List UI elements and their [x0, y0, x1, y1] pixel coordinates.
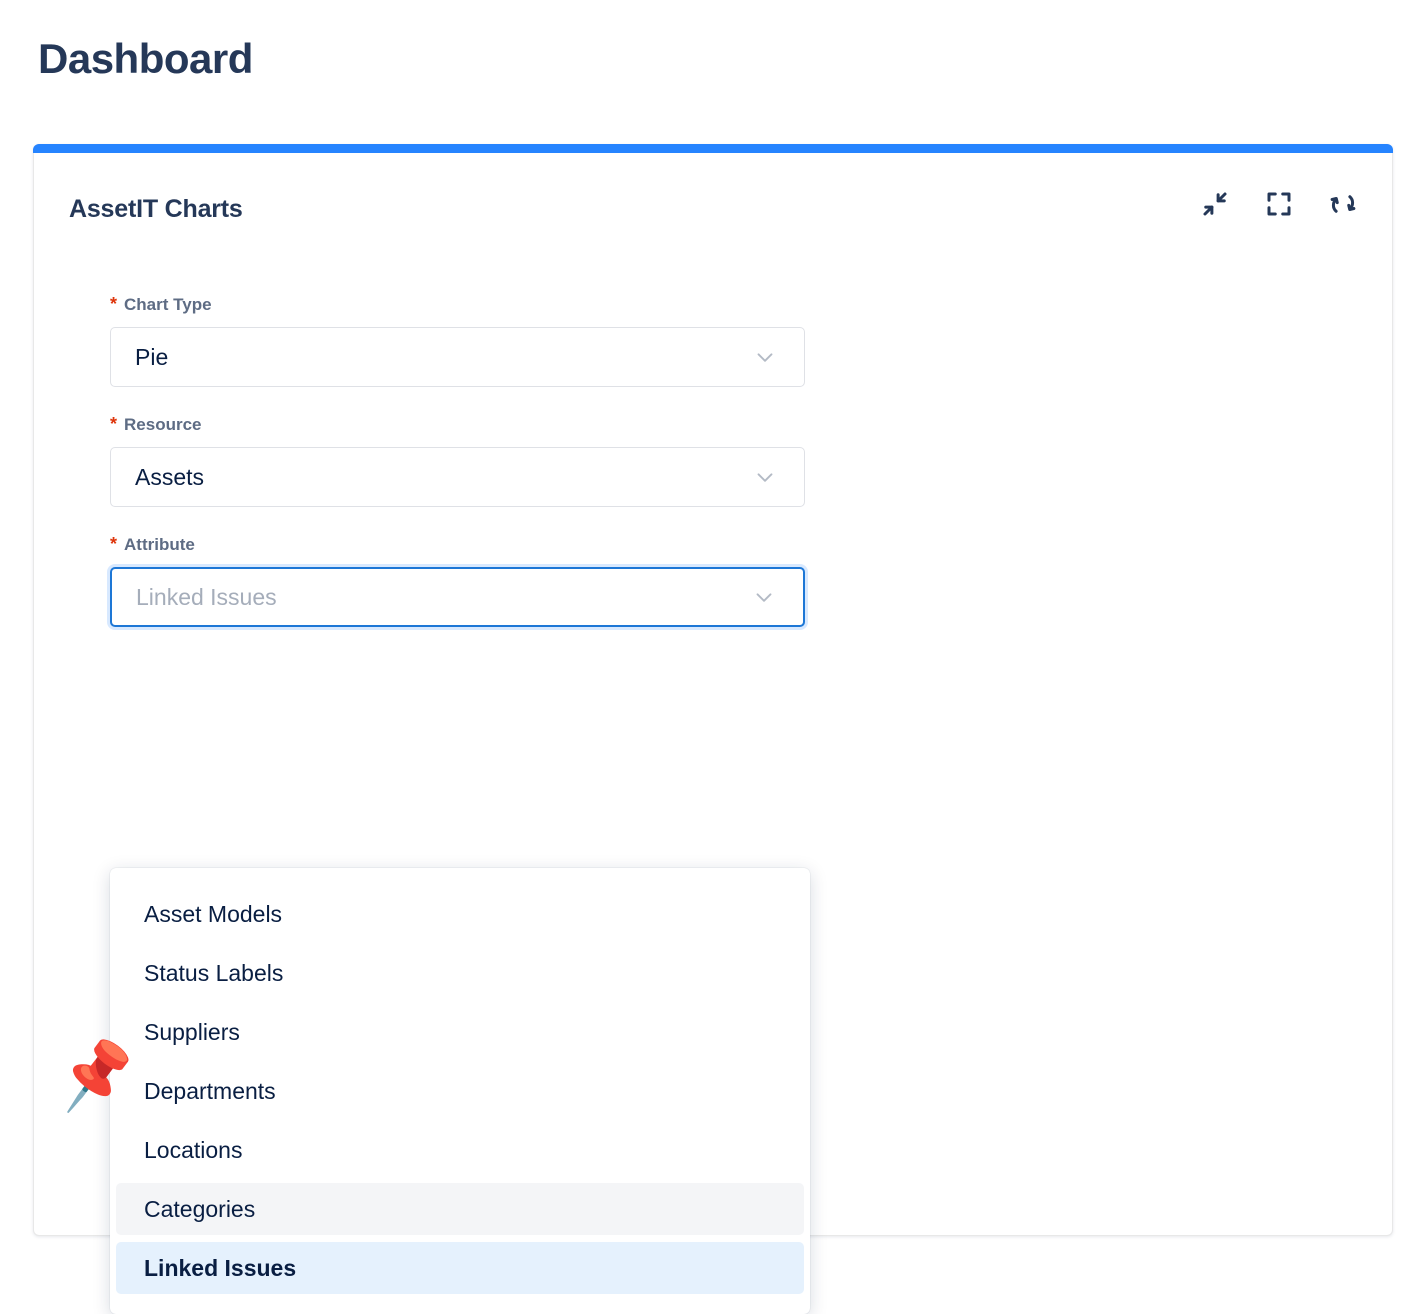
- fullscreen-icon[interactable]: [1262, 187, 1296, 221]
- dropdown-option-suppliers[interactable]: Suppliers: [116, 1006, 804, 1058]
- required-asterisk-icon: *: [110, 295, 117, 313]
- chevron-down-icon: [752, 344, 778, 370]
- resource-select[interactable]: Assets: [110, 447, 805, 507]
- chart-type-select[interactable]: Pie: [110, 327, 805, 387]
- refresh-icon[interactable]: [1326, 187, 1360, 221]
- dropdown-option-status-labels[interactable]: Status Labels: [116, 947, 804, 999]
- field-chart-type: * Chart Type Pie: [110, 295, 810, 387]
- chevron-down-icon: [751, 584, 777, 610]
- attribute-select[interactable]: Linked Issues: [110, 567, 805, 627]
- collapse-icon[interactable]: [1198, 187, 1232, 221]
- attribute-label: * Attribute: [110, 535, 810, 553]
- resource-label-text: Resource: [124, 416, 201, 433]
- field-resource: * Resource Assets: [110, 415, 810, 507]
- chevron-down-icon: [752, 464, 778, 490]
- field-attribute: * Attribute Linked Issues: [110, 535, 810, 627]
- card-actions: [1198, 187, 1360, 221]
- attribute-dropdown-menu: Asset Models Status Labels Suppliers Dep…: [110, 868, 810, 1314]
- dropdown-option-locations[interactable]: Locations: [116, 1124, 804, 1176]
- card-title: AssetIT Charts: [69, 195, 243, 224]
- resource-value: Assets: [111, 466, 204, 489]
- attribute-label-text: Attribute: [124, 536, 195, 553]
- assetit-charts-card: AssetIT Charts: [33, 144, 1393, 1236]
- page-title: Dashboard: [38, 36, 253, 82]
- chart-type-value: Pie: [111, 346, 168, 369]
- dropdown-option-departments[interactable]: Departments: [116, 1065, 804, 1117]
- chart-type-label-text: Chart Type: [124, 296, 212, 313]
- attribute-value: Linked Issues: [112, 586, 277, 609]
- required-asterisk-icon: *: [110, 535, 117, 553]
- chart-type-label: * Chart Type: [110, 295, 810, 313]
- dropdown-option-categories[interactable]: Categories: [116, 1183, 804, 1235]
- card-accent-bar: [33, 144, 1393, 153]
- pushpin-annotation-icon: 📌: [54, 1040, 139, 1112]
- dropdown-option-linked-issues[interactable]: Linked Issues: [116, 1242, 804, 1294]
- required-asterisk-icon: *: [110, 415, 117, 433]
- resource-label: * Resource: [110, 415, 810, 433]
- dropdown-option-asset-models[interactable]: Asset Models: [116, 888, 804, 940]
- chart-config-form: * Chart Type Pie * Resource Assets: [110, 295, 810, 655]
